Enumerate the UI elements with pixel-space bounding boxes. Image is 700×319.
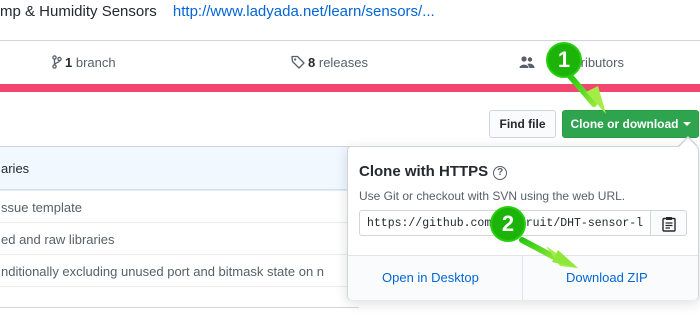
file-list: aries ssue template ed and raw libraries…: [0, 146, 359, 308]
repo-website-link[interactable]: http://www.ladyada.net/learn/sensors/...: [173, 3, 435, 20]
copy-url-button[interactable]: [651, 210, 687, 236]
branch-label: branch: [75, 55, 116, 70]
clone-title-text: Clone with HTTPS: [359, 163, 489, 180]
clone-dropdown-footer: Open in Desktop Download ZIP: [348, 255, 698, 300]
releases-stat[interactable]: 8 releases: [291, 55, 368, 70]
tag-icon: [291, 55, 305, 69]
file-row[interactable]: nditionally excluding unused port and bi…: [0, 254, 359, 287]
file-row[interactable]: [0, 286, 359, 319]
commit-tease-header: aries: [0, 147, 359, 190]
caret-down-icon: [682, 122, 691, 126]
language-bar: [0, 84, 700, 92]
repo-stats-bar: 1 branch 8 releases tributors: [0, 40, 700, 85]
clone-or-download-button[interactable]: Clone or download: [562, 110, 699, 138]
releases-count: 8: [308, 55, 316, 70]
annotation-step-1: 1: [546, 42, 582, 78]
releases-label: releases: [318, 55, 368, 70]
clipboard-icon: [662, 217, 676, 232]
find-file-button[interactable]: Find file: [489, 110, 556, 138]
download-zip-link[interactable]: Download ZIP: [566, 270, 648, 285]
footer-divider: [522, 256, 523, 300]
dropdown-caret-fill: [679, 138, 697, 147]
contributors-stat[interactable]: [519, 55, 538, 70]
people-icon: [519, 56, 535, 68]
repo-description-text: mp & Humidity Sensors: [0, 3, 157, 20]
commit-message[interactable]: nditionally excluding unused port and bi…: [1, 264, 324, 279]
branches-stat[interactable]: 1 branch: [52, 55, 116, 70]
clone-title: Clone with HTTPS?: [359, 163, 508, 180]
annotation-step-2: 2: [490, 206, 526, 242]
question-icon[interactable]: ?: [493, 166, 508, 180]
clone-button-label: Clone or download: [570, 117, 679, 131]
branch-count: 1: [65, 55, 73, 70]
repo-description: mp & Humidity Sensors http://www.ladyada…: [0, 0, 435, 26]
file-list-header-text: aries: [1, 161, 30, 176]
open-in-desktop-link[interactable]: Open in Desktop: [382, 270, 479, 285]
contributors-label: tributors: [577, 55, 624, 70]
file-row[interactable]: ssue template: [0, 190, 359, 223]
commit-message[interactable]: ssue template: [1, 200, 82, 215]
file-row[interactable]: ed and raw libraries: [0, 222, 359, 255]
commit-message[interactable]: ed and raw libraries: [1, 232, 114, 247]
clone-hint: Use Git or checkout with SVN using the w…: [359, 189, 626, 203]
branch-icon: [52, 55, 62, 69]
